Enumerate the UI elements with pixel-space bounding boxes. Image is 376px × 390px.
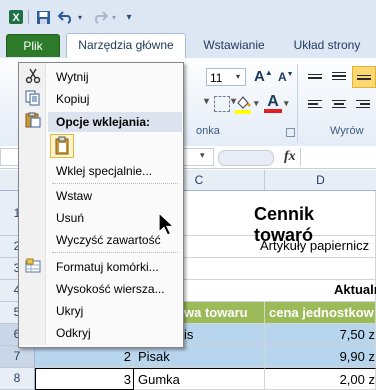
row-7-price-cell[interactable]: 9,90 z: [265, 346, 376, 368]
mouse-cursor-icon: [158, 211, 176, 241]
row-header-8[interactable]: 8: [0, 368, 35, 390]
menu-item-delete[interactable]: Usuń: [56, 208, 84, 228]
menu-item-clear-contents[interactable]: Wyczyść zawartość: [56, 230, 161, 250]
menu-item-row-height[interactable]: Wysokość wiersza...: [56, 279, 165, 299]
ribbon-group-divider: [297, 64, 298, 142]
group-font-label: onka: [196, 125, 220, 137]
paste-options-icon: [24, 112, 42, 130]
cut-icon: [24, 68, 42, 86]
borders-icon[interactable]: [214, 96, 230, 112]
row-8-price-cell[interactable]: 2,00 z: [265, 368, 376, 390]
tab-home[interactable]: Narzędzia główne: [66, 33, 186, 60]
paste-options-header: Opcje wklejania:: [48, 112, 182, 132]
qa-divider: [28, 10, 29, 24]
fill-color-button[interactable]: [234, 94, 252, 114]
menu-item-cut[interactable]: Wytnij: [56, 67, 89, 87]
menu-item-format-cells[interactable]: Formatuj komórki...: [56, 257, 159, 277]
undo-dropdown-icon[interactable]: ▾: [76, 8, 84, 26]
menu-item-copy[interactable]: Kopiuj: [56, 89, 89, 109]
aktual-cell[interactable]: Aktualn: [334, 282, 376, 297]
paste-button[interactable]: [50, 134, 74, 158]
header-price-cell[interactable]: cena jednostkow: [265, 302, 376, 324]
row-7-name-cell[interactable]: Pisak: [134, 346, 265, 368]
excel-app-icon[interactable]: X: [6, 8, 26, 26]
row-6-price-cell[interactable]: 7,50 z: [265, 324, 376, 346]
menu-item-hide[interactable]: Ukryj: [56, 301, 83, 321]
align-bottom-icon[interactable]: [352, 66, 376, 88]
column-header-d[interactable]: D: [265, 170, 376, 190]
align-top-icon[interactable]: [306, 68, 324, 84]
format-cells-icon: [24, 258, 42, 276]
insert-function-icon[interactable]: fx: [284, 149, 296, 165]
fill-color-dropdown-icon[interactable]: ▾: [254, 98, 259, 109]
font-size-dropdown-icon[interactable]: ▾: [236, 72, 240, 81]
formula-bar-splitter[interactable]: [218, 150, 274, 166]
name-box-dropdown-icon[interactable]: ▾: [200, 150, 205, 161]
row-8-num-cell[interactable]: 3: [35, 368, 134, 390]
row-7-num-cell[interactable]: 2: [35, 346, 134, 368]
copy-icon: [24, 90, 42, 108]
tab-page-layout[interactable]: Układ strony: [282, 34, 372, 56]
menu-separator: [52, 183, 178, 184]
align-left-icon[interactable]: [306, 96, 324, 112]
undo-icon[interactable]: [56, 8, 76, 26]
font-color-dropdown-icon[interactable]: ▾: [284, 98, 289, 109]
subtitle-cell[interactable]: Artykuły papiernicz: [260, 238, 369, 253]
formula-input[interactable]: [300, 148, 376, 166]
group-alignment-label: Wyrów: [330, 125, 364, 137]
font-color-letter: A: [267, 93, 279, 110]
align-center-icon[interactable]: [330, 96, 348, 112]
tab-insert[interactable]: Wstawianie: [194, 34, 274, 56]
align-middle-icon[interactable]: [330, 68, 348, 84]
borders-dropdown-icon[interactable]: ▾: [204, 96, 209, 107]
menu-item-paste-special[interactable]: Wklej specjalnie...: [56, 161, 152, 181]
tab-file[interactable]: Plik: [6, 34, 60, 57]
row-8-name-cell[interactable]: Gumka: [134, 368, 265, 390]
grow-font-button[interactable]: A▲: [254, 68, 273, 85]
align-right-icon[interactable]: [354, 96, 372, 112]
menu-separator: [52, 252, 178, 253]
redo-icon[interactable]: [90, 8, 110, 26]
save-icon[interactable]: [34, 8, 52, 26]
menu-item-unhide[interactable]: Odkryj: [56, 323, 91, 343]
svg-text:X: X: [12, 12, 20, 24]
font-color-button[interactable]: A: [264, 94, 282, 114]
shrink-font-button[interactable]: A▼: [278, 70, 294, 84]
customize-qa-icon[interactable]: ▾: [122, 8, 136, 26]
menu-item-insert[interactable]: Wstaw: [56, 186, 92, 206]
font-dialog-launcher-icon[interactable]: [286, 128, 295, 137]
redo-dropdown-icon[interactable]: ▾: [110, 8, 118, 26]
row-header-7[interactable]: 7: [0, 346, 35, 368]
